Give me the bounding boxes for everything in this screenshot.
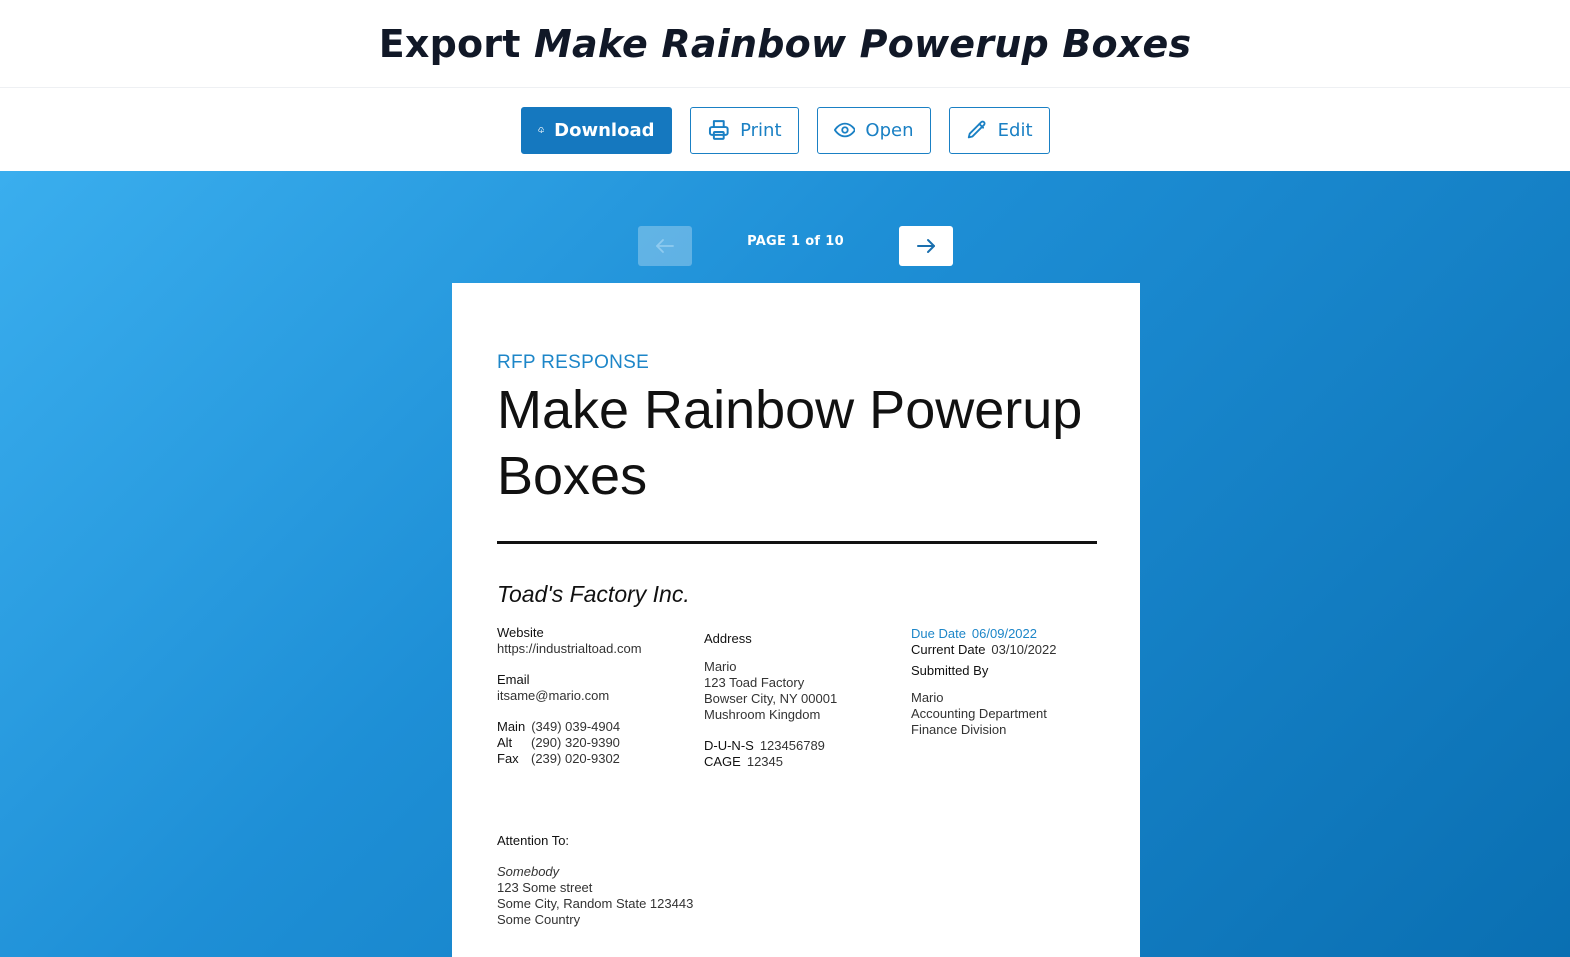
main-phone-label: Main [497, 719, 526, 734]
email-label: Email [497, 672, 530, 687]
page-title: Export Make Rainbow Powerup Boxes [379, 22, 1192, 66]
pagination: PAGE 1 of 10 [0, 226, 1570, 266]
attention-label: Attention To: [497, 833, 570, 848]
attention-line: 123 Some street [497, 880, 593, 895]
export-toolbar: Download Print Open Edit [0, 89, 1570, 171]
page-title-document-name: Make Rainbow Powerup Boxes [534, 21, 1192, 66]
website-value: https://industrialtoad.com [497, 641, 642, 656]
alt-phone-label: Alt [497, 735, 513, 750]
duns-label: D-U-N-S [704, 738, 754, 753]
address-line: Bowser City, NY 00001 [704, 691, 838, 706]
download-button-label: Download [554, 119, 655, 141]
main-phone-value: (349) 039-4904 [531, 719, 621, 734]
open-button[interactable]: Open [816, 106, 931, 154]
submitted-by-line: Accounting Department [911, 706, 1047, 721]
submitted-by-line: Finance Division [911, 722, 1007, 737]
download-button[interactable]: Download [520, 106, 672, 154]
address-line: 123 Toad Factory [704, 675, 805, 690]
page-title-prefix: Export [378, 21, 521, 66]
export-header: Export Make Rainbow Powerup Boxes [0, 0, 1570, 88]
address-line: Mario [704, 659, 737, 674]
alt-phone-value: (290) 320-9390 [531, 735, 620, 750]
document-title: Make Rainbow Powerup Boxes [497, 380, 1083, 506]
dates-column: Due Date 06/09/2022 Current Date 03/10/202… [911, 626, 1101, 738]
due-date-label: Due Date [911, 626, 966, 641]
document-kicker: RFP RESPONSE [497, 352, 650, 373]
attention-block: Attention To: Somebody 123 Some street S… [497, 833, 797, 928]
address-line: Mushroom Kingdom [704, 707, 821, 722]
attention-line: Some Country [497, 912, 581, 927]
next-page-button[interactable] [899, 226, 953, 266]
open-button-label: Open [865, 119, 914, 141]
email-value: itsame@mario.com [497, 688, 610, 703]
website-label: Website [497, 625, 544, 640]
arrow-left-icon [656, 239, 674, 253]
attention-line: Some City, Random State 123443 [497, 896, 694, 911]
cage-label: CAGE [704, 754, 741, 769]
eye-icon [833, 122, 856, 138]
print-button[interactable]: Print [689, 106, 799, 154]
printer-icon [708, 120, 729, 140]
edit-button[interactable]: Edit [948, 106, 1050, 154]
edit-button-label: Edit [997, 119, 1033, 141]
attention-name: Somebody [497, 864, 560, 879]
current-date-value: 03/10/2022 [991, 642, 1057, 657]
contact-column: Website https://industrialtoad.com Email… [497, 625, 697, 767]
address-column: Address Mario 123 Toad Factory Bowser Ci… [704, 631, 904, 770]
previous-page-button[interactable] [638, 226, 692, 266]
address-label: Address [704, 631, 752, 646]
cage-value: 12345 [746, 754, 783, 769]
print-button-label: Print [740, 119, 782, 141]
company-name: Toad's Factory Inc. [497, 581, 690, 607]
title-divider [497, 541, 1097, 544]
arrow-right-icon [917, 239, 935, 253]
fax-value: (239) 020-9302 [531, 751, 620, 766]
due-date-value: 06/09/2022 [971, 626, 1037, 641]
duns-value: 123456789 [759, 738, 825, 753]
preview-area: PAGE 1 of 10 RFP RESPONSE Make Rainbow P… [0, 171, 1570, 957]
pencil-icon [967, 120, 985, 139]
page-indicator: PAGE 1 of 10 [747, 234, 844, 249]
fax-label: Fax [497, 751, 519, 766]
submitted-by-label: Submitted By [911, 663, 989, 678]
current-date-label: Current Date [911, 642, 986, 657]
cloud-download-icon [537, 127, 544, 133]
submitted-by-line: Mario [911, 690, 944, 705]
document-page: RFP RESPONSE Make Rainbow Powerup Boxes … [452, 283, 1140, 957]
